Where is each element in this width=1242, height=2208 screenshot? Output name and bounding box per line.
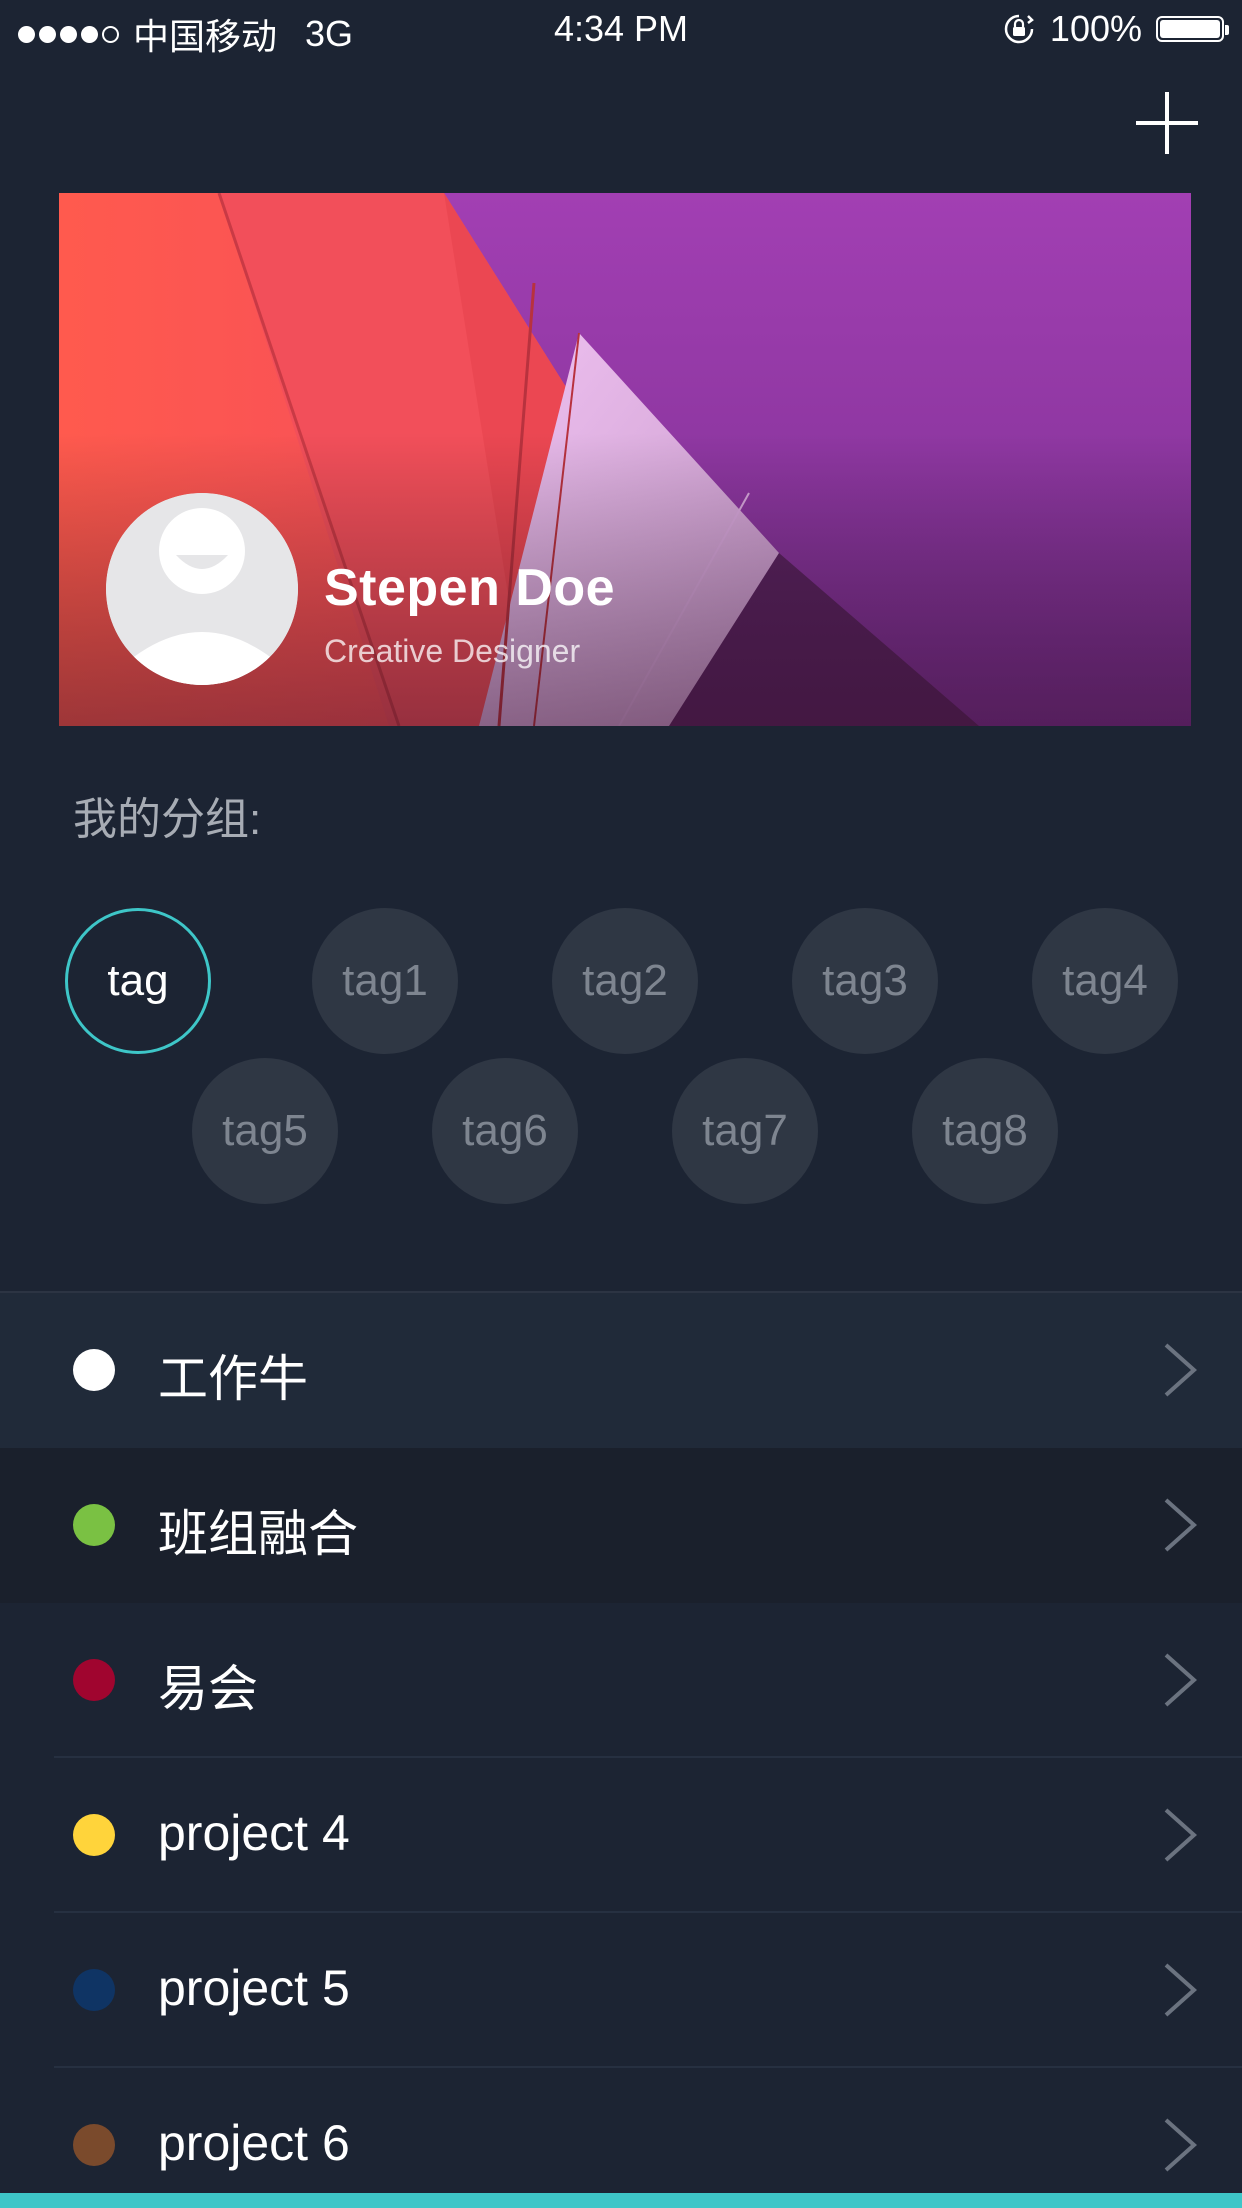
status-right: 100% [1002, 8, 1229, 50]
tag-label: tag6 [462, 1106, 548, 1155]
project-label: project 4 [158, 1805, 350, 1861]
tag-chip[interactable]: tag7 [672, 1058, 818, 1204]
project-color-dot [73, 2124, 115, 2166]
chevron-right-icon [1164, 1498, 1198, 1552]
battery-icon [1156, 16, 1229, 42]
chevron-right-icon [1164, 1808, 1198, 1862]
project-color-dot [73, 1814, 115, 1856]
list-item[interactable]: 班组融合 [0, 1448, 1242, 1603]
project-color-dot [73, 1349, 115, 1391]
tag-label: tag3 [822, 956, 908, 1005]
profile-role: Creative Designer [324, 633, 581, 669]
project-label: 班组融合 [158, 1506, 358, 1562]
tag-label: tag4 [1062, 956, 1148, 1005]
tag-label: tag7 [702, 1106, 788, 1155]
project-color-dot [73, 1504, 115, 1546]
list-item[interactable]: project 5 [0, 1913, 1242, 2068]
chevron-right-icon [1164, 1963, 1198, 2017]
tag-chip[interactable]: tag5 [192, 1058, 338, 1204]
list-item[interactable]: project 6 [0, 2068, 1242, 2208]
tag-chip[interactable]: tag2 [552, 908, 698, 1054]
status-bar: 中国移动 3G 4:34 PM 100% [0, 0, 1242, 62]
tag-chip[interactable]: tag4 [1032, 908, 1178, 1054]
list-item[interactable]: 易会 [0, 1603, 1242, 1758]
tag-chip[interactable]: tag1 [312, 908, 458, 1054]
tag-chip[interactable]: tag8 [912, 1058, 1058, 1204]
chevron-right-icon [1164, 2118, 1198, 2172]
user-avatar-icon[interactable] [106, 493, 298, 685]
chevron-right-icon [1164, 1343, 1198, 1397]
tag-label: tag [107, 956, 169, 1005]
tag-label: tag1 [342, 956, 428, 1005]
tag-label: tag8 [942, 1106, 1028, 1155]
profile-name: Stepen Doe [324, 559, 616, 617]
plus-icon[interactable] [1134, 90, 1200, 156]
screen: 中国移动 3G 4:34 PM 100% Stepen Doe Creative… [0, 0, 1242, 2208]
profile-banner[interactable]: Stepen Doe Creative Designer [59, 193, 1191, 726]
tag-chip[interactable]: tag3 [792, 908, 938, 1054]
list-item[interactable]: project 4 [0, 1758, 1242, 1913]
tag-chip[interactable]: tag [65, 908, 211, 1054]
project-label: 工作牛 [158, 1351, 308, 1407]
bottom-accent-bar [0, 2193, 1242, 2208]
tag-label: tag5 [222, 1106, 308, 1155]
rotation-lock-icon [1004, 14, 1034, 44]
groups-label: 我的分组: [73, 795, 262, 844]
chevron-right-icon [1164, 1653, 1198, 1707]
list-item[interactable]: 工作牛 [0, 1293, 1242, 1448]
tag-label: tag2 [582, 956, 668, 1005]
tag-chip[interactable]: tag6 [432, 1058, 578, 1204]
project-color-dot [73, 1969, 115, 2011]
project-color-dot [73, 1659, 115, 1701]
project-label: 易会 [158, 1661, 258, 1717]
project-label: project 5 [158, 1960, 350, 2016]
project-label: project 6 [158, 2115, 350, 2171]
battery-percent: 100% [1049, 8, 1142, 49]
